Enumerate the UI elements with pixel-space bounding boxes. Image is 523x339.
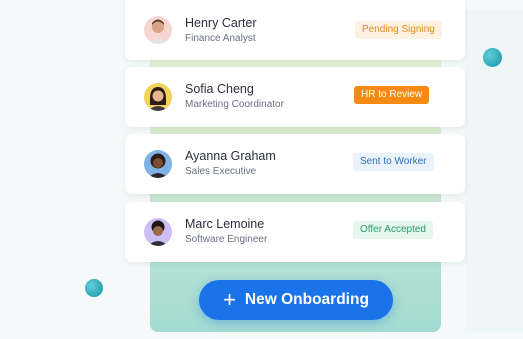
employee-card[interactable]: Marc Lemoine Software Engineer Offer Acc… — [125, 202, 465, 262]
decorative-dot — [85, 279, 103, 297]
employee-role: Finance Analyst — [185, 33, 256, 44]
status-badge: Offer Accepted — [353, 221, 433, 239]
employee-card[interactable]: Ayanna Graham Sales Executive Sent to Wo… — [125, 134, 465, 194]
avatar — [144, 150, 172, 178]
employee-name: Sofia Cheng — [185, 82, 254, 96]
new-onboarding-label: New Onboarding — [244, 291, 369, 308]
avatar — [144, 16, 172, 44]
status-badge: Sent to Worker — [353, 153, 434, 171]
avatar — [144, 83, 172, 111]
employee-name: Ayanna Graham — [185, 149, 276, 163]
status-badge: Pending Signing — [355, 21, 442, 39]
decorative-dot — [483, 48, 502, 67]
status-badge: HR to Review — [354, 86, 430, 104]
employee-role: Sales Executive — [185, 166, 257, 177]
employee-card[interactable]: Sofia Cheng Marketing Coordinator HR to … — [125, 67, 465, 127]
employee-role: Marketing Coordinator — [185, 99, 284, 110]
employee-role: Software Engineer — [185, 234, 268, 245]
employee-card[interactable]: Henry Carter Finance Analyst Pending Sig… — [125, 0, 465, 60]
employee-name: Henry Carter — [185, 16, 257, 30]
plus-icon: + — [223, 287, 236, 312]
employee-name: Marc Lemoine — [185, 217, 265, 231]
avatar — [144, 218, 172, 246]
new-onboarding-button[interactable]: + New Onboarding — [199, 280, 393, 320]
